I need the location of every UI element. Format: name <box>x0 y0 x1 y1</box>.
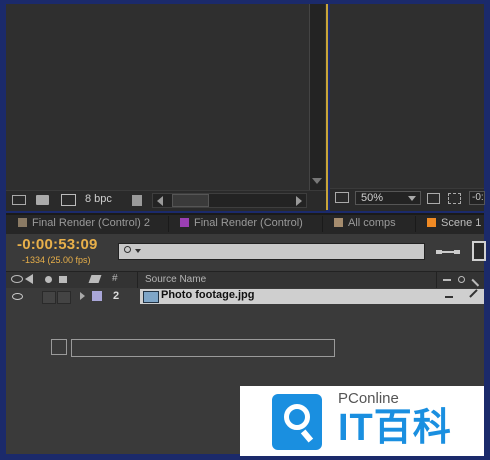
switch-shy-icon[interactable] <box>443 279 451 281</box>
tab-label: Scene 1 <box>441 217 482 229</box>
scroll-down-arrow-icon[interactable] <box>312 178 322 184</box>
grid-icon[interactable] <box>427 193 440 204</box>
project-panel <box>6 4 326 210</box>
tab-separator <box>415 216 416 232</box>
current-timecode[interactable]: -0:00:53:09 <box>17 236 98 253</box>
source-name-header[interactable]: Source Name <box>145 274 206 285</box>
image-footage-icon <box>143 291 159 303</box>
tab-label: Final Render (Control) <box>194 217 303 229</box>
chevron-down-icon <box>135 249 141 253</box>
tab-label: All comps <box>348 217 396 229</box>
mask-visibility-icon[interactable] <box>448 193 461 204</box>
layer-index: 2 <box>113 290 120 302</box>
scroll-right-arrow-icon[interactable] <box>296 196 302 206</box>
label-color-swatch[interactable] <box>92 291 102 301</box>
panel-focus-line <box>326 4 328 210</box>
interpret-footage-icon[interactable] <box>12 195 26 205</box>
search-icon <box>124 246 131 253</box>
comp-button-icon[interactable] <box>472 241 486 261</box>
layer-search-field[interactable] <box>118 243 425 260</box>
magnifier-logo-icon <box>272 394 322 450</box>
tab-final-render-control-2[interactable]: Final Render (Control) 2 <box>18 214 150 233</box>
composition-viewer <box>330 4 484 210</box>
quality-switch-icon[interactable] <box>469 289 485 305</box>
layer-switches-cell[interactable] <box>436 289 485 305</box>
tab-color-swatch <box>18 218 27 227</box>
watermark-brand: PConline <box>338 390 399 407</box>
tab-all-comps[interactable]: All comps <box>334 214 396 233</box>
watermark-logo: PConline IT百科 <box>240 386 484 456</box>
watermark-brand-cn: IT百科 <box>338 407 452 449</box>
scroll-left-arrow-icon[interactable] <box>157 196 163 206</box>
layer-number-header: # <box>112 273 118 284</box>
tab-color-swatch <box>427 218 436 227</box>
zoom-value: 50% <box>361 192 384 204</box>
scroll-thumb[interactable] <box>172 194 209 207</box>
tab-separator <box>322 216 323 232</box>
eye-icon[interactable] <box>12 293 23 300</box>
layer-name: Photo footage.jpg <box>161 289 255 301</box>
frame-info: -1334 (25.00 fps) <box>22 255 91 265</box>
trash-icon[interactable] <box>132 195 142 206</box>
expand-arrow-icon[interactable] <box>80 292 85 300</box>
lock-icon[interactable] <box>59 276 67 283</box>
chevron-down-icon <box>408 196 416 201</box>
tab-color-swatch <box>334 218 343 227</box>
new-folder-icon[interactable] <box>36 195 49 205</box>
snapshot-icon[interactable] <box>335 192 349 203</box>
tab-final-render-control[interactable]: Final Render (Control) <box>180 214 303 233</box>
column-divider <box>137 272 138 288</box>
solo-icon[interactable] <box>45 276 52 283</box>
tab-color-swatch <box>180 218 189 227</box>
table-row[interactable]: 2 Photo footage.jpg <box>6 288 485 305</box>
tab-scene-1[interactable]: Scene 1 <box>427 214 481 233</box>
lock-toggle[interactable] <box>57 291 71 304</box>
tab-separator <box>168 216 169 232</box>
checkbox[interactable] <box>51 339 67 355</box>
solo-toggle[interactable] <box>42 291 56 304</box>
new-composition-icon[interactable] <box>61 194 76 206</box>
layer-name-cell[interactable]: Photo footage.jpg <box>140 289 436 304</box>
project-scrollbar[interactable] <box>309 4 325 190</box>
column-divider <box>436 272 437 288</box>
text-input[interactable] <box>71 339 335 357</box>
tab-label: Final Render (Control) 2 <box>32 217 150 229</box>
bit-depth-button[interactable]: 8 bpc <box>85 193 112 205</box>
shy-switch-icon[interactable] <box>445 296 453 298</box>
speaker-icon[interactable] <box>25 274 33 284</box>
zoom-dropdown[interactable]: 50% <box>355 191 421 205</box>
current-time-field[interactable]: -0:0 <box>469 191 485 205</box>
comp-flowchart-icon[interactable] <box>436 246 460 258</box>
eye-icon[interactable] <box>11 275 23 283</box>
switch-collapse-icon[interactable] <box>458 276 465 283</box>
viewer-timecode: -0:0 <box>472 192 484 203</box>
